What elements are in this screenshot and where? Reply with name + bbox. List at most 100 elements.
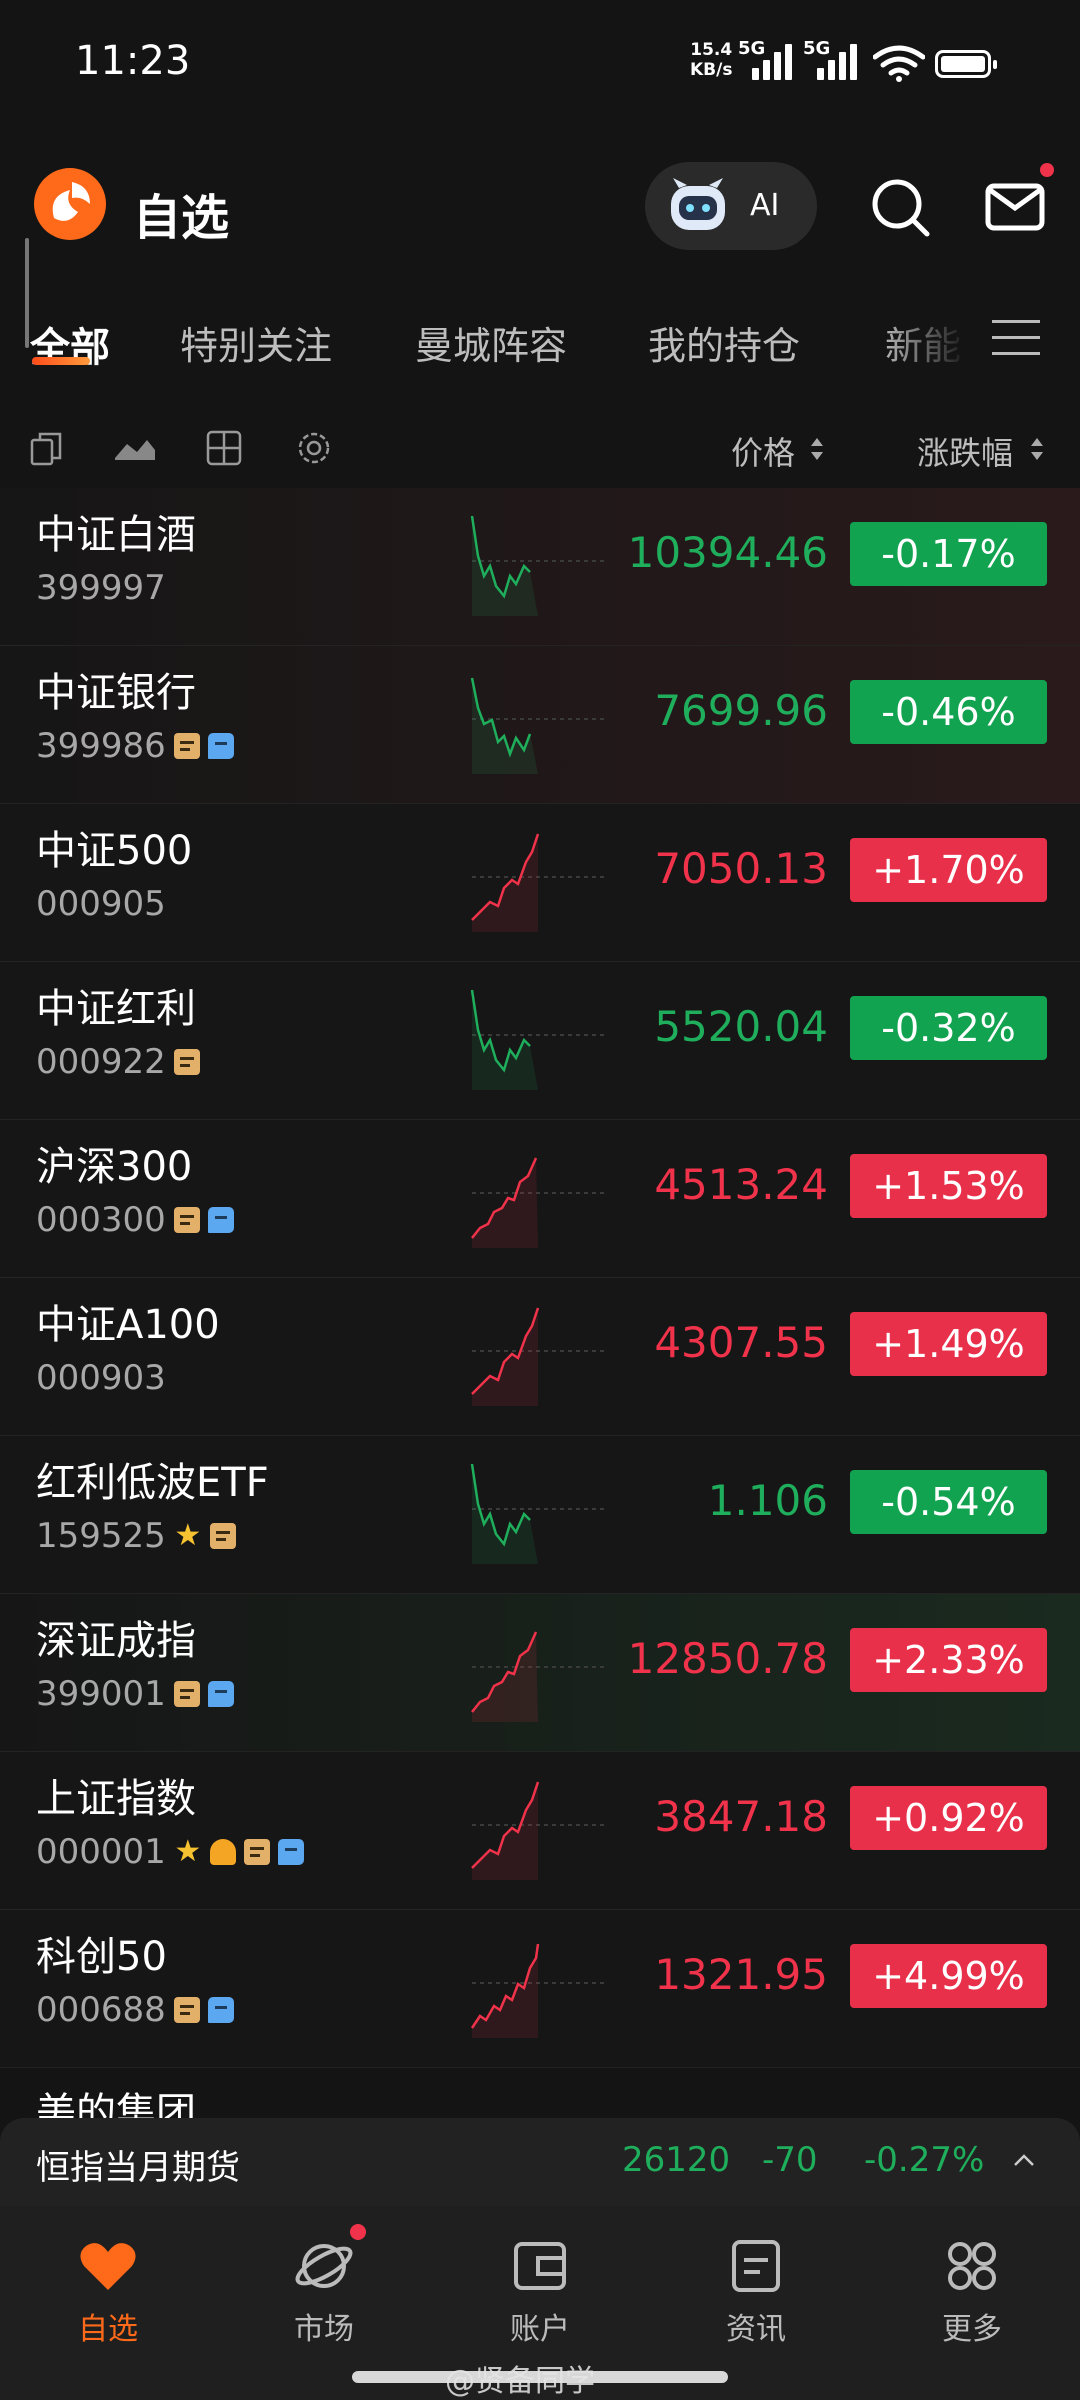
- active-tab-indicator: [32, 357, 90, 365]
- tab-my-holdings[interactable]: 我的持仓: [648, 315, 800, 370]
- stock-code-line: 399986: [36, 726, 234, 766]
- change-badge[interactable]: +0.92%: [850, 1786, 1047, 1850]
- stock-code: 399997: [36, 568, 166, 608]
- stock-code: 000300: [36, 1200, 166, 1240]
- nav-label: 账户: [510, 2312, 570, 2347]
- note-tag-icon: [173, 1049, 200, 1075]
- stock-price: 7699.96: [654, 686, 828, 735]
- sort-change-label[interactable]: 涨跌幅: [917, 428, 1013, 474]
- nav-market[interactable]: 市场: [254, 2234, 394, 2348]
- grid-view-icon[interactable]: [204, 428, 244, 468]
- change-badge[interactable]: +1.70%: [850, 838, 1047, 902]
- stock-row[interactable]: 中证银行 399986 7699.96 -0.46%: [0, 646, 1080, 804]
- stock-row[interactable]: 沪深300 000300 4513.24 +1.53%: [0, 1120, 1080, 1278]
- star-icon: ★: [174, 1518, 202, 1553]
- intraday-sparkline: [470, 677, 608, 774]
- stock-price: 4513.24: [654, 1160, 828, 1209]
- signal-2-icon: [817, 42, 865, 80]
- copy-icon[interactable]: [26, 428, 66, 468]
- intraday-sparkline: [471, 1157, 608, 1248]
- ticker-name: 恒指当月期货: [36, 2148, 240, 2188]
- note-tag-icon: [243, 1839, 270, 1865]
- stock-code-line: 000001 ★: [36, 1832, 304, 1872]
- change-badge[interactable]: -0.46%: [850, 680, 1047, 744]
- settings-gear-icon[interactable]: [294, 428, 334, 468]
- stock-price: 3847.18: [654, 1792, 828, 1841]
- stock-code-line: 000922: [36, 1042, 200, 1082]
- stock-row[interactable]: 中证A100 000903 4307.55 +1.49%: [0, 1278, 1080, 1436]
- change-badge[interactable]: +2.33%: [850, 1628, 1047, 1692]
- nav-label: 自选: [78, 2312, 138, 2347]
- comment-tag-icon: [207, 1207, 234, 1233]
- tab-mancity-lineup[interactable]: 曼城阵容: [415, 315, 567, 370]
- sort-price-label[interactable]: 价格: [731, 428, 795, 474]
- news-icon: [732, 2240, 780, 2292]
- stock-code: 159525: [36, 1516, 166, 1556]
- change-badge[interactable]: +4.99%: [850, 1944, 1047, 2008]
- nav-more[interactable]: 更多: [902, 2234, 1042, 2348]
- intraday-sparkline: [471, 1631, 608, 1722]
- market-badge: [350, 2224, 366, 2240]
- stock-row[interactable]: 红利低波ETF 159525 ★ 1.106 -0.54%: [0, 1436, 1080, 1594]
- stock-name: 科创50: [36, 1934, 167, 1980]
- stock-code-line: 000300: [36, 1200, 234, 1240]
- tab-menu-icon[interactable]: [992, 318, 1040, 358]
- change-badge[interactable]: -0.17%: [850, 522, 1047, 586]
- index-futures-ticker[interactable]: 恒指当月期货 26120 -70 -0.27%: [0, 2118, 1080, 2206]
- sort-price-icon[interactable]: [810, 436, 824, 462]
- change-badge[interactable]: -0.32%: [850, 996, 1047, 1060]
- stock-name: 中证红利: [36, 986, 196, 1032]
- stock-row[interactable]: 科创50 000688 1321.95 +4.99%: [0, 1910, 1080, 2068]
- stock-price: 10394.46: [627, 528, 828, 577]
- stock-name: 美的集团: [36, 2090, 196, 2118]
- nav-account[interactable]: 账户: [470, 2234, 610, 2348]
- sort-change-icon[interactable]: [1030, 436, 1044, 462]
- watermark: @贤备同学: [445, 2364, 595, 2399]
- nav-watchlist[interactable]: 自选: [38, 2234, 178, 2348]
- app-logo: [34, 168, 106, 240]
- nav-news[interactable]: 资讯: [686, 2234, 826, 2348]
- stock-price: 1.106: [707, 1476, 828, 1525]
- page-title: 自选: [133, 190, 230, 246]
- note-tag-icon: [173, 1997, 200, 2023]
- chart-mode-icon[interactable]: [113, 428, 157, 468]
- stock-code-line: 000905: [36, 884, 166, 924]
- comment-tag-icon: [207, 1997, 234, 2023]
- intraday-sparkline: [470, 989, 608, 1090]
- mail-icon[interactable]: [980, 172, 1050, 242]
- list-item-partial[interactable]: 美的集团: [0, 2068, 1080, 2118]
- stock-code-line: 399001: [36, 1674, 234, 1714]
- stock-code: 000688: [36, 1990, 166, 2030]
- wifi-icon: [873, 45, 925, 82]
- stock-code: 000922: [36, 1042, 166, 1082]
- stock-name: 中证A100: [36, 1302, 220, 1348]
- header: 自选 AI: [0, 150, 1080, 265]
- tab-special-attention[interactable]: 特别关注: [180, 315, 332, 370]
- ai-label: AI: [750, 188, 780, 223]
- search-icon[interactable]: [865, 172, 935, 242]
- stock-row[interactable]: 中证白酒 399997 10394.46 -0.17%: [0, 488, 1080, 646]
- signal-icon: [752, 42, 800, 80]
- ai-assistant-button[interactable]: AI: [645, 162, 817, 250]
- chevron-up-icon[interactable]: [1013, 2150, 1035, 2172]
- stock-row[interactable]: 深证成指 399001 12850.78 +2.33%: [0, 1594, 1080, 1752]
- status-bar: 11:23 15.4 KB/s 5G 5G: [0, 0, 1080, 130]
- net-speed: 15.4 KB/s: [690, 40, 732, 80]
- stock-row[interactable]: 中证500 000905 7050.13 +1.70%: [0, 804, 1080, 962]
- intraday-sparkline: [470, 1463, 608, 1564]
- nav-label: 市场: [294, 2312, 354, 2347]
- change-badge[interactable]: +1.49%: [850, 1312, 1047, 1376]
- planet-icon: [295, 2244, 353, 2288]
- stock-name: 上证指数: [36, 1776, 196, 1822]
- change-badge[interactable]: -0.54%: [850, 1470, 1047, 1534]
- net-speed-value: 15.4: [690, 40, 733, 60]
- stock-row[interactable]: 中证红利 000922 5520.04 -0.32%: [0, 962, 1080, 1120]
- comment-tag-icon: [207, 1681, 234, 1707]
- heart-icon: [80, 2243, 136, 2290]
- note-tag-icon: [173, 733, 200, 759]
- comment-tag-icon: [277, 1839, 304, 1865]
- change-badge[interactable]: +1.53%: [850, 1154, 1047, 1218]
- stock-row[interactable]: 上证指数 000001 ★ 3847.18 +0.92%: [0, 1752, 1080, 1910]
- stock-price: 4307.55: [654, 1318, 828, 1367]
- stock-price: 7050.13: [654, 844, 828, 893]
